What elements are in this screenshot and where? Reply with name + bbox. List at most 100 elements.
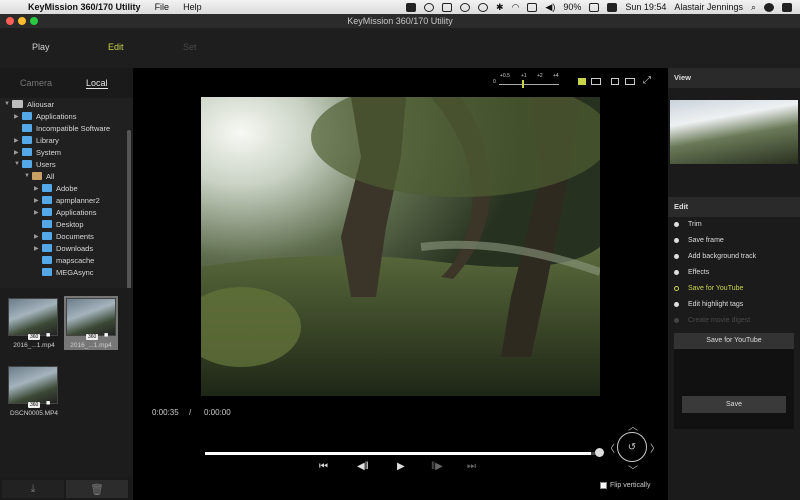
folder-icon — [42, 232, 52, 240]
tree-item[interactable]: ▼ Aliousar — [4, 98, 54, 110]
airplay-icon[interactable] — [527, 2, 538, 12]
tree-item[interactable]: ▶ Downloads — [34, 242, 93, 254]
right-arrow-icon[interactable]: 〉 — [650, 440, 660, 455]
split-view-icon[interactable] — [591, 78, 601, 85]
collapse-triangle-icon[interactable]: ▶ — [14, 137, 22, 144]
edit-item-save-for-youtube[interactable]: Save for YouTube — [674, 282, 743, 294]
collapse-triangle-icon[interactable]: ▶ — [34, 185, 42, 192]
collapse-triangle-icon[interactable]: ▶ — [14, 113, 22, 120]
left-arrow-icon[interactable]: 〈 — [605, 440, 615, 455]
next-frame-icon[interactable]: ‖▶ — [431, 461, 443, 472]
flip-vertically-option[interactable]: Flip vertically — [600, 482, 650, 489]
tray-flag-icon[interactable] — [607, 2, 618, 12]
tree-item[interactable]: ▶ Library — [14, 134, 59, 146]
user-name[interactable]: Alastair Jennings — [674, 2, 743, 12]
source-tabs: Camera Local — [0, 78, 133, 92]
zoom-label: +2 — [537, 73, 543, 79]
volume-icon[interactable]: ◀) — [545, 2, 555, 13]
reset-view-button[interactable]: ↺ — [617, 432, 647, 462]
tree-item[interactable]: Desktop — [42, 218, 84, 230]
badge-360: 360 — [28, 334, 41, 340]
expand-triangle-icon[interactable]: ▼ — [4, 101, 12, 107]
left-bottom-bar: ⤓ 🗑 — [0, 478, 133, 500]
expand-triangle-icon[interactable]: ▼ — [24, 173, 32, 179]
bullet-icon — [674, 301, 679, 307]
zoom-window-icon[interactable] — [30, 17, 38, 25]
edit-item-save-frame[interactable]: Save frame — [674, 234, 724, 246]
right-panel: View Edit Trim Save frame Add background… — [668, 68, 800, 500]
expand-triangle-icon[interactable]: ▼ — [14, 161, 22, 167]
playback-progress-bar[interactable] — [205, 452, 599, 455]
bullet-icon — [674, 317, 679, 323]
edit-item-trim[interactable]: Trim — [674, 218, 702, 230]
minimize-window-icon[interactable] — [18, 17, 26, 25]
tree-item[interactable]: ▶ Adobe — [34, 182, 78, 194]
tree-item[interactable]: ▶ apmplanner2 — [34, 194, 100, 206]
tree-item[interactable]: ▶ System — [14, 146, 61, 158]
clock[interactable]: Sun 19:54 — [625, 2, 666, 12]
delete-button[interactable]: 🗑 — [66, 480, 128, 498]
tab-camera[interactable]: Camera — [20, 78, 52, 88]
play-mode-button[interactable]: Play — [32, 42, 50, 52]
tree-item[interactable]: ▶ Applications — [14, 110, 76, 122]
collapse-triangle-icon[interactable]: ▶ — [14, 149, 22, 156]
collapse-triangle-icon[interactable]: ▶ — [34, 233, 42, 240]
dual-view-icon[interactable] — [611, 78, 619, 85]
tray-s-icon[interactable] — [442, 2, 453, 12]
thumbnail-item[interactable]: 360 ■ 2016_...1.mp4 — [8, 298, 60, 350]
wifi-icon[interactable]: ◠ — [512, 2, 520, 13]
tray-clock-icon[interactable] — [460, 2, 471, 12]
skip-to-start-icon[interactable]: ⏮ — [319, 461, 328, 472]
edit-item-add-background-track[interactable]: Add background track — [674, 250, 756, 262]
panorama-preview[interactable] — [670, 100, 798, 164]
siri-icon[interactable] — [764, 2, 774, 12]
tree-scrollbar[interactable] — [127, 130, 131, 290]
edit-mode-button[interactable]: Edit — [108, 42, 124, 52]
tree-item[interactable]: Incompatible Software — [22, 122, 110, 134]
progress-knob[interactable] — [595, 448, 604, 457]
tree-item[interactable]: MEGAsync — [42, 266, 94, 278]
edit-item-effects[interactable]: Effects — [674, 266, 709, 278]
search-icon[interactable]: ⌕ — [751, 2, 756, 13]
close-window-icon[interactable] — [6, 17, 14, 25]
zoom-slider-handle[interactable] — [522, 80, 524, 88]
view-direction-control[interactable]: ︿ 〈 〉 ﹀ ↺ — [605, 418, 661, 477]
tree-item[interactable]: mapscache — [42, 254, 94, 266]
flip-vertically-checkbox[interactable] — [600, 482, 607, 489]
collapse-triangle-icon[interactable]: ▶ — [34, 245, 42, 252]
play-icon[interactable]: ▶ — [397, 461, 405, 472]
thumbnail-item-selected[interactable]: 360 ■ 2016_...1.mp4 — [64, 296, 118, 350]
tree-item[interactable]: ▼ Users — [14, 158, 56, 170]
notification-center-icon[interactable] — [782, 2, 792, 12]
tree-item[interactable]: ▶ Applications — [34, 206, 96, 218]
tree-item[interactable]: ▶ Documents — [34, 230, 94, 242]
video-frame[interactable] — [201, 97, 600, 396]
import-button[interactable]: ⤓ — [2, 480, 64, 498]
tree-item[interactable]: ▼ All — [24, 170, 54, 182]
edit-item-edit-highlight-tags[interactable]: Edit highlight tags — [674, 298, 743, 310]
fullscreen-icon[interactable]: ⤢ — [643, 75, 651, 86]
tray-app-icon[interactable] — [406, 2, 417, 12]
thumbnail-image — [8, 366, 58, 404]
collapse-triangle-icon[interactable]: ▶ — [34, 209, 42, 216]
menu-help[interactable]: Help — [183, 2, 202, 12]
save-button[interactable]: Save — [682, 396, 786, 413]
previous-frame-icon[interactable]: ◀‖ — [357, 461, 369, 472]
tray-sync-icon[interactable] — [424, 2, 435, 12]
up-arrow-icon[interactable]: ︿ — [628, 418, 638, 433]
panorama-view-icon[interactable] — [625, 78, 635, 85]
battery-icon[interactable] — [589, 2, 600, 12]
battery-percent[interactable]: 90% — [563, 2, 581, 12]
tray-timemachine-icon[interactable] — [478, 2, 489, 12]
collapse-triangle-icon[interactable]: ▶ — [34, 197, 42, 204]
down-arrow-icon[interactable]: ﹀ — [628, 462, 638, 477]
skip-to-end-icon[interactable]: ⏭ — [467, 461, 476, 472]
zoom-slider[interactable] — [499, 84, 559, 85]
tab-local[interactable]: Local — [86, 78, 108, 89]
menu-app-name[interactable]: KeyMission 360/170 Utility — [28, 2, 141, 12]
menu-file[interactable]: File — [155, 2, 170, 12]
bluetooth-icon[interactable]: ✱ — [496, 2, 504, 13]
set-mode-button[interactable]: Set — [183, 42, 197, 52]
thumbnail-item[interactable]: 360 ■ DSCN0005.MP4 — [8, 366, 60, 418]
single-view-icon[interactable] — [578, 78, 586, 85]
